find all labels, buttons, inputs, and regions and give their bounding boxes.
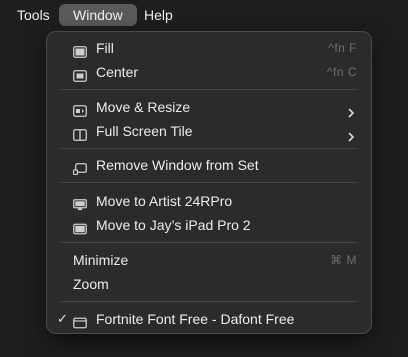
ipad-icon bbox=[73, 219, 87, 235]
menu-item-full-screen-tile[interactable]: Full Screen Tile bbox=[53, 120, 365, 142]
menubar-tools[interactable]: Tools bbox=[8, 4, 59, 26]
menu-item-full-screen-tile-label: Full Screen Tile bbox=[96, 123, 193, 139]
display-icon bbox=[73, 195, 87, 211]
window-menu: Fill ^fn F Center ^fn C Move & Resize Fu… bbox=[46, 31, 372, 334]
menubar-help[interactable]: Help bbox=[135, 4, 182, 26]
menu-separator bbox=[61, 182, 357, 183]
menu-item-fill-shortcut: ^fn F bbox=[328, 41, 357, 55]
window-center-icon bbox=[73, 66, 87, 82]
menu-separator bbox=[61, 148, 357, 149]
menu-item-center-shortcut: ^fn C bbox=[326, 65, 357, 79]
checkmark-icon: ✓ bbox=[57, 311, 68, 326]
move-resize-icon bbox=[73, 101, 87, 117]
menu-item-fill-label: Fill bbox=[96, 40, 114, 56]
menu-separator bbox=[61, 89, 357, 90]
menu-item-window-fortnite-label: Fortnite Font Free - Dafont Free bbox=[96, 311, 295, 327]
chevron-right-icon bbox=[347, 102, 355, 118]
menu-item-move-resize-label: Move & Resize bbox=[96, 99, 191, 115]
remove-window-icon bbox=[72, 159, 87, 176]
menu-item-remove-window[interactable]: Remove Window from Set bbox=[53, 154, 365, 176]
menu-separator bbox=[61, 301, 357, 302]
menu-item-fill[interactable]: Fill ^fn F bbox=[53, 37, 365, 59]
split-view-icon bbox=[73, 125, 87, 141]
menu-item-move-to-ipad-label: Move to Jay’s iPad Pro 2 bbox=[96, 217, 251, 233]
menu-item-center-label: Center bbox=[96, 64, 139, 80]
menu-item-minimize-shortcut: ⌘ M bbox=[330, 253, 357, 267]
menu-separator bbox=[61, 242, 357, 243]
menu-item-move-to-ipad[interactable]: Move to Jay’s iPad Pro 2 bbox=[53, 214, 365, 236]
window-fill-icon bbox=[73, 42, 87, 58]
menu-bar: Tools Window Help bbox=[0, 0, 408, 30]
menu-item-move-to-artist[interactable]: Move to Artist 24RPro bbox=[53, 190, 365, 212]
menu-item-window-fortnite[interactable]: ✓ Fortnite Font Free - Dafont Free bbox=[53, 308, 365, 330]
menu-item-zoom[interactable]: Zoom bbox=[53, 273, 365, 295]
window-icon bbox=[73, 313, 87, 329]
chevron-right-icon bbox=[347, 126, 355, 142]
menu-item-zoom-label: Zoom bbox=[73, 276, 109, 292]
menu-item-remove-window-label: Remove Window from Set bbox=[96, 157, 259, 173]
menu-item-move-to-artist-label: Move to Artist 24RPro bbox=[96, 193, 233, 209]
menubar-window[interactable]: Window bbox=[59, 4, 137, 26]
menu-item-move-resize[interactable]: Move & Resize bbox=[53, 96, 365, 118]
menu-item-minimize[interactable]: Minimize ⌘ M bbox=[53, 249, 365, 271]
menu-item-center[interactable]: Center ^fn C bbox=[53, 61, 365, 83]
menu-item-minimize-label: Minimize bbox=[73, 252, 129, 268]
